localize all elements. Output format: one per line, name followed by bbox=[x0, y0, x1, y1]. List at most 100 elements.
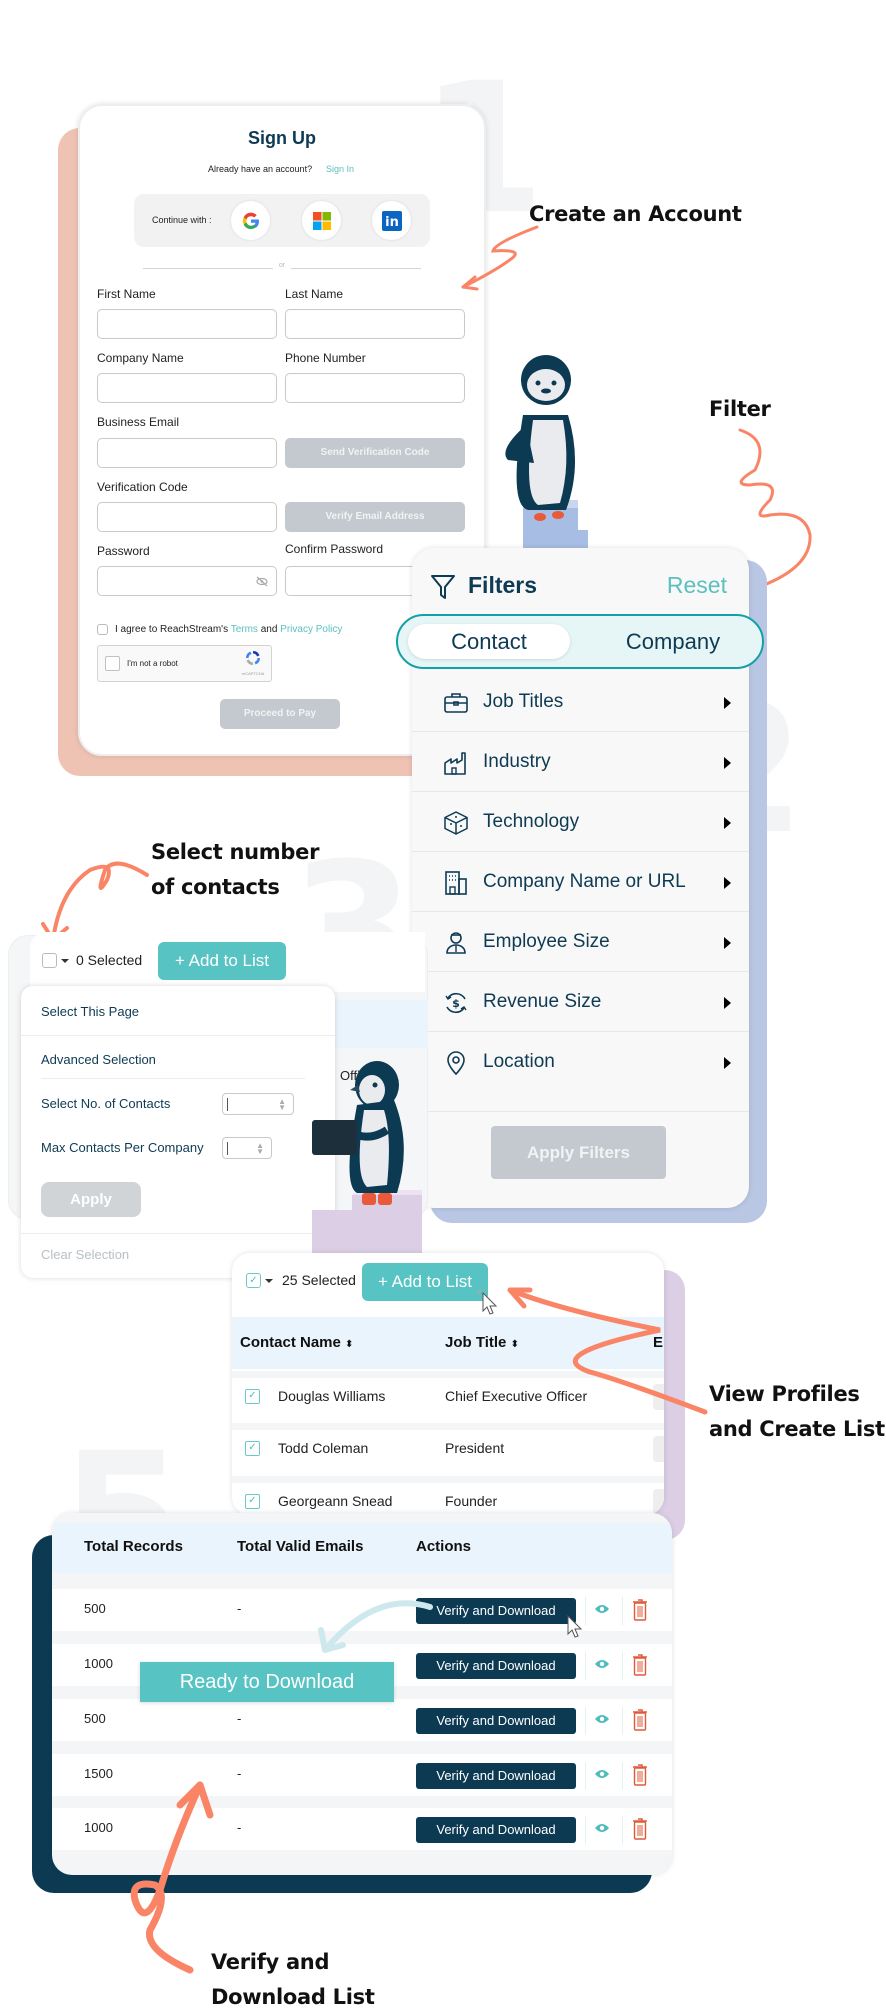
verification-code-input[interactable] bbox=[97, 502, 277, 532]
annotation-create-account: Create an Account bbox=[529, 202, 742, 226]
filter-label: Company Name or URL bbox=[483, 871, 686, 892]
select-this-page-option[interactable]: Select This Page bbox=[41, 1004, 139, 1019]
column-total-records: Total Records bbox=[84, 1538, 183, 1555]
microsoft-login-button[interactable] bbox=[302, 201, 341, 240]
annotation-view-profiles-line2: and Create List bbox=[709, 1417, 885, 1441]
trash-icon[interactable] bbox=[632, 1764, 648, 1786]
table-row[interactable]: ✓ Georgeann Snead Founder bbox=[232, 1476, 664, 1515]
tab-company[interactable]: Company bbox=[598, 624, 748, 659]
caret-down-icon[interactable] bbox=[265, 1279, 273, 1283]
select-all-checkbox[interactable]: ✓ bbox=[246, 1273, 261, 1288]
row-checkbox[interactable]: ✓ bbox=[245, 1494, 260, 1509]
max-contacts-per-company-input[interactable]: ▲ ▼ bbox=[222, 1137, 272, 1159]
filter-item-location[interactable]: Location bbox=[412, 1032, 749, 1112]
apply-selection-button[interactable]: Apply bbox=[41, 1182, 141, 1217]
total-records-cell: 500 bbox=[84, 1711, 106, 1726]
spinner-icon[interactable]: ▲ ▼ bbox=[278, 1098, 286, 1112]
table-row[interactable]: ✓ Todd Coleman President bbox=[232, 1423, 664, 1466]
filter-item-revenue-size[interactable]: $ Revenue Size bbox=[412, 972, 749, 1032]
apply-filters-button[interactable]: Apply Filters bbox=[491, 1126, 666, 1179]
eye-icon[interactable] bbox=[594, 1658, 610, 1670]
eye-icon[interactable] bbox=[594, 1603, 610, 1615]
last-name-input[interactable] bbox=[285, 309, 465, 339]
clear-selection-button[interactable]: Clear Selection bbox=[41, 1247, 129, 1262]
business-email-input[interactable] bbox=[97, 438, 277, 468]
send-verification-code-button[interactable]: Send Verification Code bbox=[285, 438, 465, 468]
proceed-to-pay-button[interactable]: Proceed to Pay bbox=[220, 699, 340, 729]
contact-name[interactable]: Georgeann Snead bbox=[278, 1493, 392, 1509]
eye-icon[interactable] bbox=[594, 1822, 610, 1834]
trash-icon[interactable] bbox=[632, 1818, 648, 1840]
or-divider: or bbox=[143, 262, 421, 269]
trash-icon[interactable] bbox=[632, 1599, 648, 1621]
linkedin-login-button[interactable]: in bbox=[372, 201, 411, 240]
verify-and-download-button[interactable]: Verify and Download bbox=[416, 1708, 576, 1734]
column-contact-name[interactable]: Contact Name ⬍ bbox=[240, 1334, 353, 1351]
signup-title: Sign Up bbox=[248, 128, 316, 148]
svg-text:in: in bbox=[385, 215, 399, 230]
total-records-cell: 500 bbox=[84, 1601, 106, 1616]
google-login-button[interactable] bbox=[231, 201, 270, 240]
email-cell bbox=[653, 1489, 664, 1515]
row-checkbox[interactable]: ✓ bbox=[245, 1389, 260, 1404]
verify-and-download-button[interactable]: Verify and Download bbox=[416, 1598, 576, 1624]
company-name-input[interactable] bbox=[97, 373, 277, 403]
filter-item-job-titles[interactable]: Job Titles bbox=[412, 672, 749, 732]
eye-slash-icon[interactable] bbox=[256, 576, 268, 587]
filters-reset-button[interactable]: Reset bbox=[667, 572, 727, 599]
contact-name[interactable]: Douglas Williams bbox=[278, 1388, 385, 1404]
agree-text: I agree to ReachStream's bbox=[115, 624, 229, 635]
divider bbox=[21, 1035, 335, 1036]
valid-emails-cell: - bbox=[237, 1820, 242, 1835]
trash-icon[interactable] bbox=[632, 1654, 648, 1676]
verification-code-label: Verification Code bbox=[97, 480, 188, 494]
contact-name[interactable]: Todd Coleman bbox=[278, 1440, 368, 1456]
verify-and-download-button[interactable]: Verify and Download bbox=[416, 1653, 576, 1679]
eye-icon[interactable] bbox=[594, 1768, 610, 1780]
tab-contact[interactable]: Contact bbox=[408, 624, 570, 659]
filter-label: Revenue Size bbox=[483, 991, 602, 1012]
select-all-checkbox[interactable] bbox=[42, 953, 57, 968]
filter-item-employee-size[interactable]: Employee Size bbox=[412, 912, 749, 972]
sign-in-link[interactable]: Sign In bbox=[326, 164, 354, 174]
spinner-icon[interactable]: ▲ ▼ bbox=[256, 1142, 264, 1156]
terms-checkbox[interactable] bbox=[97, 624, 108, 635]
add-to-list-button[interactable]: + Add to List bbox=[158, 942, 286, 980]
verify-email-button[interactable]: Verify Email Address bbox=[285, 502, 465, 532]
selection-dropdown: Select This Page Advanced Selection Sele… bbox=[21, 986, 335, 1278]
add-to-list-button[interactable]: + Add to List bbox=[362, 1263, 488, 1301]
trash-icon[interactable] bbox=[632, 1709, 648, 1731]
linkedin-icon: in bbox=[381, 210, 402, 231]
funnel-icon bbox=[431, 575, 455, 599]
filter-item-industry[interactable]: Industry bbox=[412, 732, 749, 792]
business-email-label: Business Email bbox=[97, 415, 180, 429]
divider bbox=[622, 1762, 623, 1790]
annotation-view-profiles-line1: View Profiles bbox=[709, 1382, 860, 1406]
verify-and-download-button[interactable]: Verify and Download bbox=[416, 1763, 576, 1789]
privacy-policy-link[interactable]: Privacy Policy bbox=[280, 624, 342, 635]
select-no-contacts-input[interactable]: ▲ ▼ bbox=[222, 1093, 294, 1115]
password-input[interactable] bbox=[97, 566, 277, 596]
selected-count: 0 Selected bbox=[76, 952, 143, 968]
divider bbox=[41, 1078, 305, 1079]
google-icon bbox=[242, 212, 259, 229]
phone-number-input[interactable] bbox=[285, 373, 465, 403]
location-pin-icon bbox=[447, 1051, 465, 1076]
recaptcha-checkbox[interactable] bbox=[105, 656, 120, 671]
filter-label: Job Titles bbox=[483, 691, 564, 712]
filter-item-company-name[interactable]: Company Name or URL bbox=[412, 852, 749, 912]
verify-and-download-button[interactable]: Verify and Download bbox=[416, 1817, 576, 1843]
row-checkbox[interactable]: ✓ bbox=[245, 1441, 260, 1456]
caret-right-icon bbox=[724, 1057, 731, 1069]
terms-agreement: I agree to ReachStream's Terms and Priva… bbox=[97, 624, 342, 635]
penguin-laptop-illustration bbox=[312, 1061, 422, 1255]
divider bbox=[622, 1652, 623, 1680]
first-name-input[interactable] bbox=[97, 309, 277, 339]
caret-down-icon[interactable] bbox=[61, 959, 69, 963]
filter-item-technology[interactable]: Technology bbox=[412, 792, 749, 852]
agree-and-text: and bbox=[260, 624, 278, 635]
cursor-icon bbox=[567, 1614, 583, 1638]
terms-link[interactable]: Terms bbox=[231, 624, 258, 635]
filter-label: Industry bbox=[483, 751, 551, 772]
eye-icon[interactable] bbox=[594, 1713, 610, 1725]
